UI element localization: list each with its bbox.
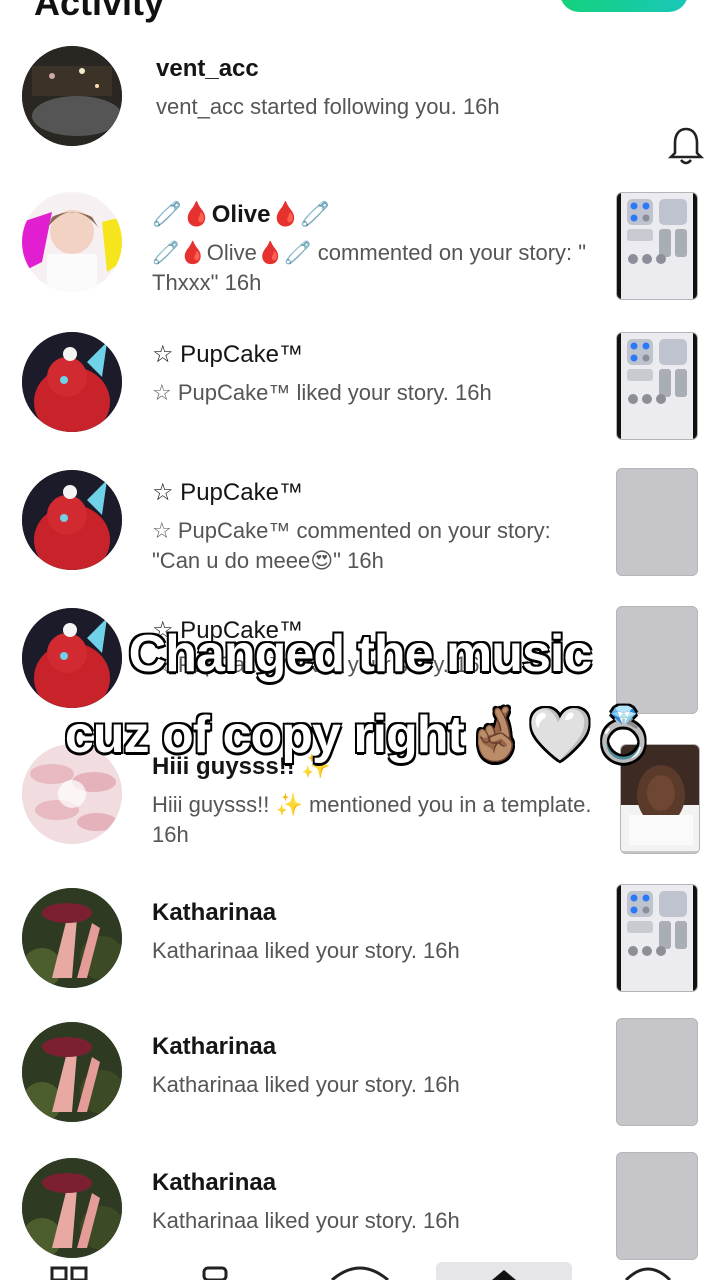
story-thumbnail[interactable] (616, 1152, 698, 1260)
home-icon[interactable] (48, 1262, 94, 1282)
story-thumbnail[interactable] (616, 192, 698, 300)
avatar[interactable] (22, 192, 122, 292)
search-icon[interactable] (198, 1262, 232, 1282)
notification-text: vent_acc started following you. 16h (156, 94, 500, 119)
username[interactable]: Katharinaa (152, 1032, 592, 1062)
username[interactable]: Katharinaa (152, 898, 592, 928)
caption-line-2: cuz of copy right🤞🏽🤍💍 (64, 705, 657, 765)
header-action-button[interactable] (560, 0, 688, 12)
avatar[interactable] (22, 1158, 122, 1258)
avatar[interactable] (22, 888, 122, 988)
avatar[interactable] (22, 1022, 122, 1122)
username[interactable]: ☆ PupCake™ (152, 340, 592, 370)
avatar[interactable] (22, 46, 122, 146)
bottom-nav (0, 1262, 720, 1282)
create-icon[interactable] (328, 1262, 392, 1282)
story-thumbnail[interactable] (616, 332, 698, 440)
username[interactable]: vent_acc (156, 54, 586, 84)
activity-tab[interactable] (436, 1262, 572, 1280)
notification-text: Katharinaa liked your story. 16h (152, 938, 460, 963)
profile-icon[interactable] (622, 1262, 674, 1282)
username[interactable]: ☆ PupCake™ (152, 478, 592, 508)
avatar[interactable] (22, 332, 122, 432)
username[interactable]: Katharinaa (152, 1168, 592, 1198)
notification-text: Katharinaa liked your story. 16h (152, 1208, 460, 1233)
story-thumbnail[interactable] (616, 884, 698, 992)
story-thumbnail[interactable] (616, 1018, 698, 1126)
notification-text: 🧷🩸Olive🩸🧷 commented on your story: " Thx… (152, 240, 587, 295)
username[interactable]: 🧷🩸Olive🩸🧷 (152, 200, 592, 230)
bell-icon[interactable] (668, 126, 704, 166)
notification-text: Hiii guysss!! ✨ mentioned you in a templ… (152, 792, 592, 847)
notification-text: Katharinaa liked your story. 16h (152, 1072, 460, 1097)
notification-text: ☆ PupCake™ commented on your story: "Can… (152, 518, 551, 573)
story-thumbnail[interactable] (616, 468, 698, 576)
page-title: Activity (34, 0, 165, 23)
notification-text: ☆ PupCake™ liked your story. 16h (152, 380, 492, 405)
caption-line-1: Changed the music (128, 624, 594, 684)
avatar[interactable] (22, 470, 122, 570)
